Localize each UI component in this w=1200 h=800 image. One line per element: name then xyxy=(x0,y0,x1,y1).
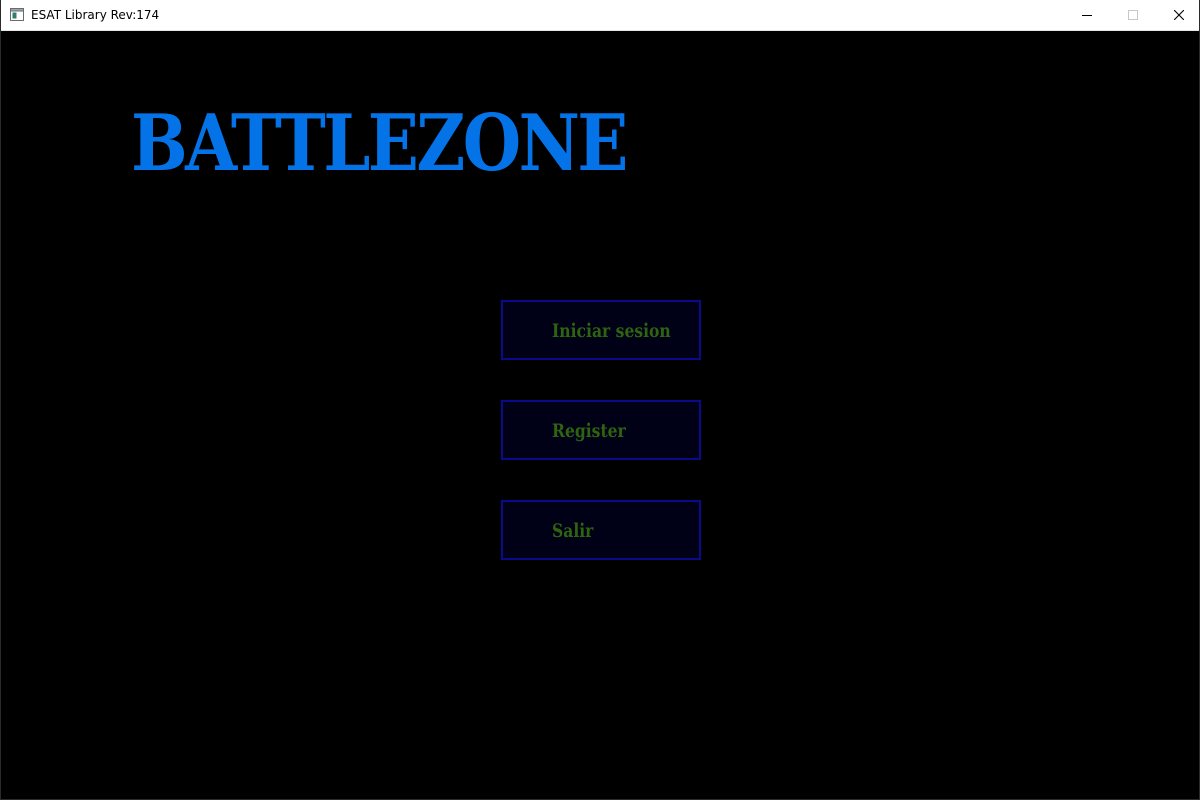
minimize-button[interactable] xyxy=(1064,0,1110,30)
maximize-icon xyxy=(1128,10,1138,20)
exit-button-label: Salir xyxy=(552,520,594,542)
login-button-label: Iniciar sesion xyxy=(552,320,671,342)
game-title: BATTLEZONE xyxy=(131,98,628,189)
register-button-label: Register xyxy=(552,420,626,442)
window-titlebar[interactable]: ESAT Library Rev:174 xyxy=(1,0,1199,31)
game-canvas: BATTLEZONE Iniciar sesion Register Salir xyxy=(1,31,1199,799)
minimize-icon xyxy=(1082,15,1092,16)
close-button[interactable] xyxy=(1156,0,1200,30)
app-icon xyxy=(10,8,24,21)
register-button[interactable]: Register xyxy=(501,400,701,460)
app-window: ESAT Library Rev:174 BATTLEZONE Iniciar … xyxy=(0,0,1200,800)
exit-button[interactable]: Salir xyxy=(501,500,701,560)
maximize-button[interactable] xyxy=(1110,0,1156,30)
close-icon xyxy=(1174,10,1184,20)
window-title: ESAT Library Rev:174 xyxy=(31,8,160,22)
login-button[interactable]: Iniciar sesion xyxy=(501,300,701,360)
